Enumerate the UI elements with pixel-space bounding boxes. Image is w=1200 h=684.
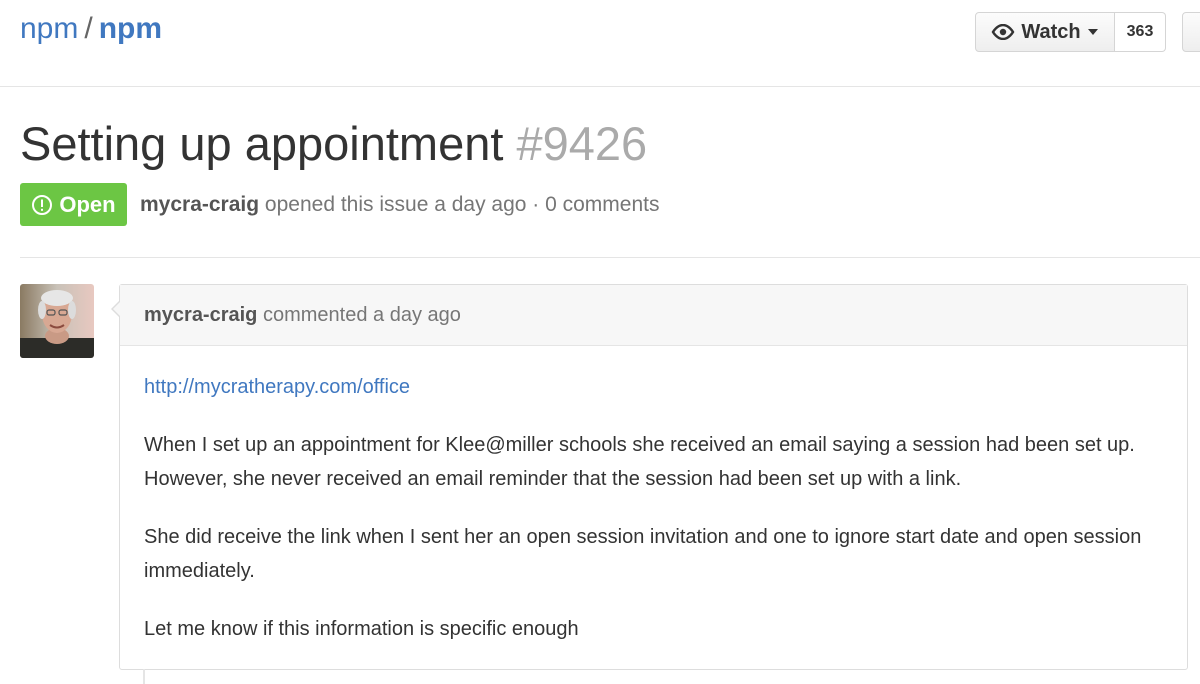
issue-opened-icon: [32, 194, 53, 215]
comment-link[interactable]: http://mycratherapy.com/office: [144, 376, 410, 398]
repo-header: npm / npm Watch 363: [0, 0, 1200, 87]
eye-icon: [991, 24, 1015, 40]
status-label: Open: [59, 191, 116, 217]
avatar[interactable]: [20, 284, 94, 358]
watch-button[interactable]: Watch: [975, 12, 1115, 52]
watch-group: Watch 363: [975, 12, 1166, 52]
comment-header: mycra-craig commented a day ago: [120, 285, 1187, 346]
timeline-line: [143, 669, 145, 684]
issue-author-link[interactable]: mycra-craig: [140, 193, 259, 216]
comment-body: http://mycratherapy.com/office When I se…: [120, 346, 1187, 646]
avatar-image: [20, 284, 94, 358]
comment-author-link[interactable]: mycra-craig: [144, 304, 257, 327]
issue-title: Setting up appointment #9426: [20, 116, 647, 171]
status-badge: Open: [20, 183, 127, 226]
issue-opened-text: opened this issue a day ago · 0 comments: [264, 192, 660, 216]
issue-title-text: Setting up appointment: [20, 117, 504, 170]
comment: mycra-craig commented a day ago http://m…: [111, 284, 1188, 670]
comment-paragraph: She did receive the link when I sent her…: [144, 526, 1142, 582]
caret-down-icon: [1087, 29, 1098, 35]
issue-meta-text: mycra-craig opened this issue a day ago …: [140, 193, 659, 217]
header-divider: [20, 257, 1200, 258]
watch-label: Watch: [1021, 20, 1081, 43]
issue-number: #9426: [516, 117, 648, 170]
path-separator: /: [84, 12, 93, 45]
repo-name-link[interactable]: npm: [99, 12, 162, 45]
issue-meta: Open mycra-craig opened this issue a day…: [20, 183, 659, 226]
repo-breadcrumb: npm / npm: [20, 12, 162, 46]
star-button[interactable]: [1182, 12, 1200, 52]
comment-paragraph: When I set up an appointment for Klee@mi…: [144, 434, 1135, 490]
comment-timestamp[interactable]: commented a day ago: [263, 304, 461, 327]
watchers-count[interactable]: 363: [1115, 12, 1166, 52]
comment-paragraph: Let me know if this information is speci…: [144, 618, 579, 640]
repo-owner-link[interactable]: npm: [20, 12, 78, 45]
